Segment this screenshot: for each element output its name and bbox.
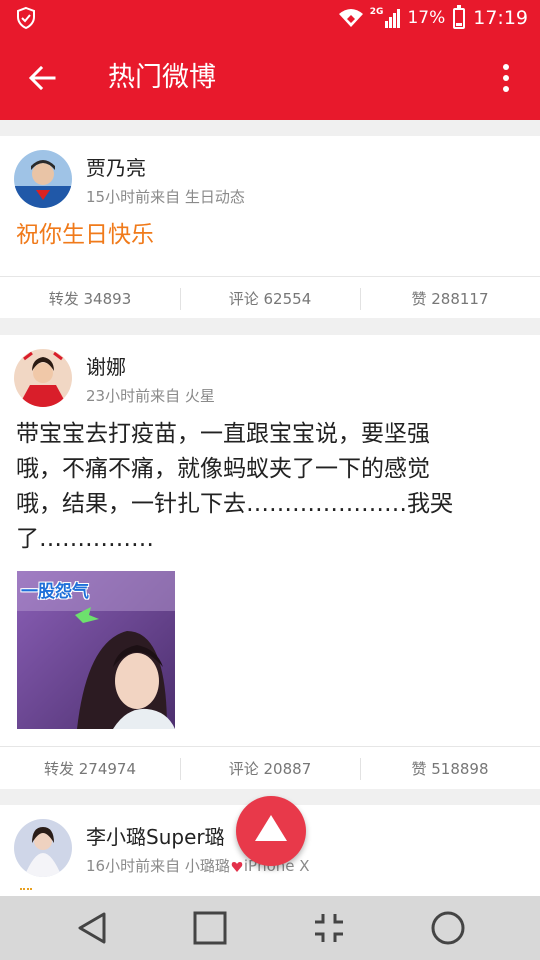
post-text: 祝你生日快乐 [16,222,154,248]
decorative-glyph [20,888,32,896]
home-square-icon[interactable] [192,910,228,946]
recents-compress-icon[interactable] [311,910,347,946]
post-text: 带宝宝去打疫苗，一直跟宝宝说，要坚强 哦，不痛不痛，就像蚂蚁夹了一下的感觉 哦，… [16,417,510,557]
app-bar: 热门微博 [0,36,540,120]
network-type-label: 2G [369,7,384,17]
back-triangle-icon[interactable] [74,910,110,946]
post-meta: 23小时前来自 火星 [86,387,215,405]
avatar[interactable] [14,150,72,208]
more-vertical-icon[interactable] [502,64,510,94]
post-card[interactable]: 贾乃亮 15小时前来自 生日动态 祝你生日快乐 转发 34893 评论 6255… [0,136,540,318]
status-indicators: 2G 17% 17:19 [338,4,528,31]
arrow-left-icon[interactable] [26,62,58,94]
avatar[interactable] [14,819,72,877]
post-text-line: 哦，结果，一针扎下去…………………我哭 [16,491,453,517]
comment-button[interactable]: 评论 62554 [180,277,360,320]
page-title: 热门微博 [108,62,216,93]
post-image[interactable]: 一股怨气 [17,571,175,729]
post-text-line: 了…………… [16,526,154,552]
feed[interactable]: 贾乃亮 15小时前来自 生日动态 祝你生日快乐 转发 34893 评论 6255… [0,120,540,896]
author-name[interactable]: 李小璐Super璐 [86,821,225,850]
signal-bars-icon [385,9,401,28]
scroll-to-top-button[interactable] [236,796,306,866]
meta-source: 16小时前来自 小璐璐 [86,857,230,875]
post-card[interactable]: 谢娜 23小时前来自 火星 带宝宝去打疫苗，一直跟宝宝说，要坚强 哦，不痛不痛，… [0,335,540,789]
shield-check-icon [17,6,35,30]
avatar[interactable] [14,349,72,407]
author-name[interactable]: 贾乃亮 [86,152,146,181]
clock: 17:19 [473,7,528,29]
battery-icon [453,4,466,29]
action-bar: 转发 274974 评论 20887 赞 518898 [0,746,540,790]
status-bar: 2G 17% 17:19 [0,0,540,36]
post-text-line: 哦，不痛不痛，就像蚂蚁夹了一下的感觉 [16,456,430,482]
action-bar: 转发 34893 评论 62554 赞 288117 [0,276,540,320]
repost-button[interactable]: 转发 274974 [0,747,180,790]
heart-icon [231,861,243,872]
battery-percent: 17% [407,8,446,28]
comment-button[interactable]: 评论 20887 [180,747,360,790]
circle-icon[interactable] [430,910,466,946]
scroll-to-top-icon [255,815,287,841]
like-button[interactable]: 赞 288117 [360,277,540,320]
wifi-icon [338,9,363,27]
image-caption: 一股怨气 [21,582,89,602]
post-meta: 15小时前来自 生日动态 [86,188,245,206]
author-name[interactable]: 谢娜 [86,351,126,380]
like-button[interactable]: 赞 518898 [360,747,540,790]
system-nav-bar [0,896,540,960]
repost-button[interactable]: 转发 34893 [0,277,180,320]
post-text-line: 带宝宝去打疫苗，一直跟宝宝说，要坚强 [16,421,430,447]
